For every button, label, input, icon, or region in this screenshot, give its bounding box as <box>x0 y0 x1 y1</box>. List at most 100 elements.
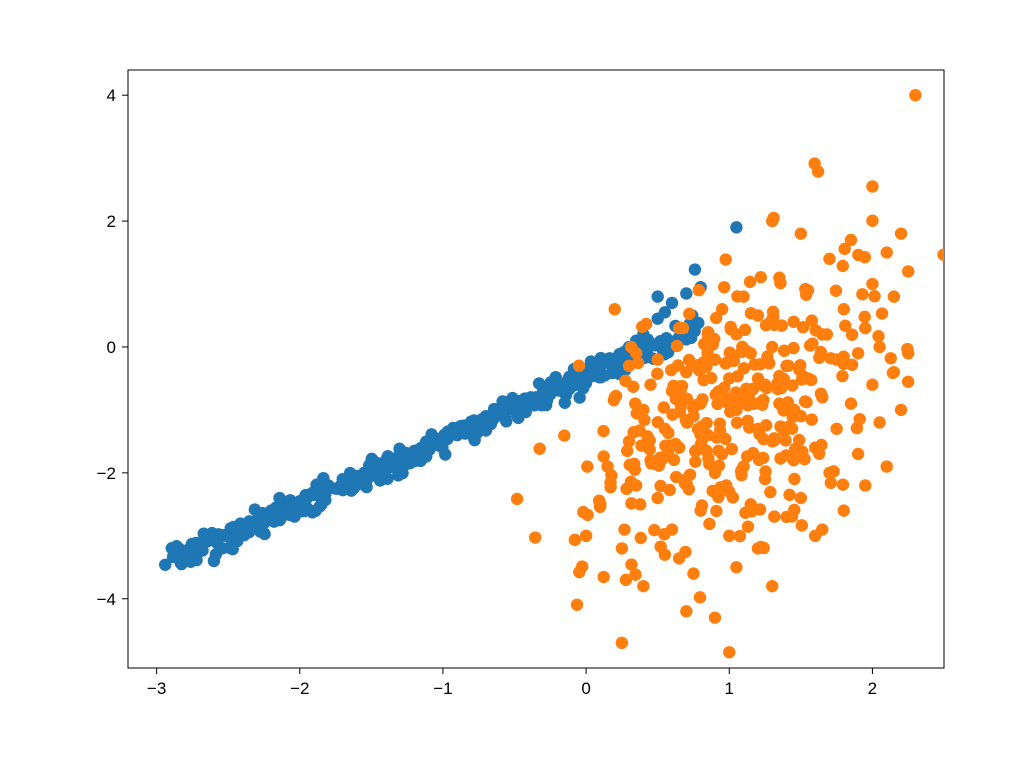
point-series-orange <box>662 427 674 439</box>
point-series-orange <box>856 288 868 300</box>
point-series-orange <box>755 541 767 553</box>
point-series-blue <box>465 425 477 437</box>
point-series-blue <box>497 406 509 418</box>
point-series-blue <box>368 455 380 467</box>
point-series-orange <box>764 486 776 498</box>
point-series-blue <box>296 505 308 517</box>
point-series-orange <box>627 426 639 438</box>
point-series-orange <box>620 483 632 495</box>
point-series-orange <box>866 278 878 290</box>
point-series-orange <box>881 246 893 258</box>
point-series-blue <box>359 474 371 486</box>
point-series-orange <box>838 303 850 315</box>
point-series-blue <box>337 484 349 496</box>
y-tick-label: 0 <box>107 338 116 357</box>
point-series-orange <box>852 347 864 359</box>
point-series-orange <box>668 454 680 466</box>
point-series-orange <box>714 418 726 430</box>
point-series-orange <box>511 493 523 505</box>
point-series-orange <box>731 417 743 429</box>
point-series-blue <box>210 548 222 560</box>
point-series-orange <box>823 253 835 265</box>
point-series-blue <box>584 364 596 376</box>
point-series-orange <box>827 465 839 477</box>
point-series-orange <box>529 531 541 543</box>
point-series-blue <box>545 383 557 395</box>
point-series-orange <box>580 530 592 542</box>
point-series-orange <box>689 456 701 468</box>
chart-svg: −3−2−1012−4−2024 <box>0 0 1024 768</box>
point-series-orange <box>838 358 850 370</box>
x-tick-label: 2 <box>868 679 877 698</box>
point-series-orange <box>609 303 621 315</box>
y-tick-label: 4 <box>107 86 116 105</box>
point-series-orange <box>720 479 732 491</box>
point-series-orange <box>795 492 807 504</box>
point-series-orange <box>680 605 692 617</box>
point-series-orange <box>681 416 693 428</box>
point-series-orange <box>702 328 714 340</box>
point-series-orange <box>610 390 622 402</box>
point-series-orange <box>830 423 842 435</box>
point-series-orange <box>581 460 593 472</box>
point-series-orange <box>597 571 609 583</box>
point-series-blue <box>175 556 187 568</box>
point-series-orange <box>895 227 907 239</box>
point-series-orange <box>627 381 639 393</box>
point-series-orange <box>888 290 900 302</box>
point-series-orange <box>747 383 759 395</box>
point-series-orange <box>631 407 643 419</box>
point-series-orange <box>712 491 724 503</box>
point-series-orange <box>752 372 764 384</box>
point-series-orange <box>719 357 731 369</box>
point-series-orange <box>690 399 702 411</box>
point-series-orange <box>786 422 798 434</box>
point-series-orange <box>830 285 842 297</box>
point-series-blue <box>405 451 417 463</box>
y-tick-label: −2 <box>97 464 116 483</box>
point-series-orange <box>799 395 811 407</box>
point-series-orange <box>727 491 739 503</box>
point-series-orange <box>710 505 722 517</box>
point-series-orange <box>838 243 850 255</box>
point-series-blue <box>228 521 240 533</box>
point-series-blue <box>559 397 571 409</box>
point-series-orange <box>768 510 780 522</box>
point-series-orange <box>624 459 636 471</box>
y-tick-label: 2 <box>107 212 116 231</box>
point-series-orange <box>730 561 742 573</box>
point-series-orange <box>796 519 808 531</box>
point-series-orange <box>672 359 684 371</box>
point-series-blue <box>454 420 466 432</box>
point-series-orange <box>744 276 756 288</box>
point-series-orange <box>736 341 748 353</box>
point-series-blue <box>170 540 182 552</box>
point-series-orange <box>760 419 772 431</box>
point-series-orange <box>798 453 810 465</box>
point-series-orange <box>687 567 699 579</box>
point-series-orange <box>651 353 663 365</box>
point-series-orange <box>597 450 609 462</box>
point-series-orange <box>700 445 712 457</box>
point-series-orange <box>937 249 949 261</box>
point-series-orange <box>774 420 786 432</box>
point-series-orange <box>824 352 836 364</box>
point-series-orange <box>669 438 681 450</box>
point-series-orange <box>747 447 759 459</box>
point-series-orange <box>812 165 824 177</box>
point-series-orange <box>778 345 790 357</box>
point-series-orange <box>815 387 827 399</box>
point-series-orange <box>755 271 767 283</box>
point-series-orange <box>815 439 827 451</box>
point-series-orange <box>788 473 800 485</box>
point-series-orange <box>859 311 871 323</box>
point-series-orange <box>872 330 884 342</box>
point-series-orange <box>709 388 721 400</box>
point-series-orange <box>594 501 606 513</box>
point-series-orange <box>663 484 675 496</box>
point-series-orange <box>696 499 708 511</box>
point-series-orange <box>902 376 914 388</box>
point-series-orange <box>782 360 794 372</box>
point-series-orange <box>577 506 589 518</box>
point-series-blue <box>599 369 611 381</box>
